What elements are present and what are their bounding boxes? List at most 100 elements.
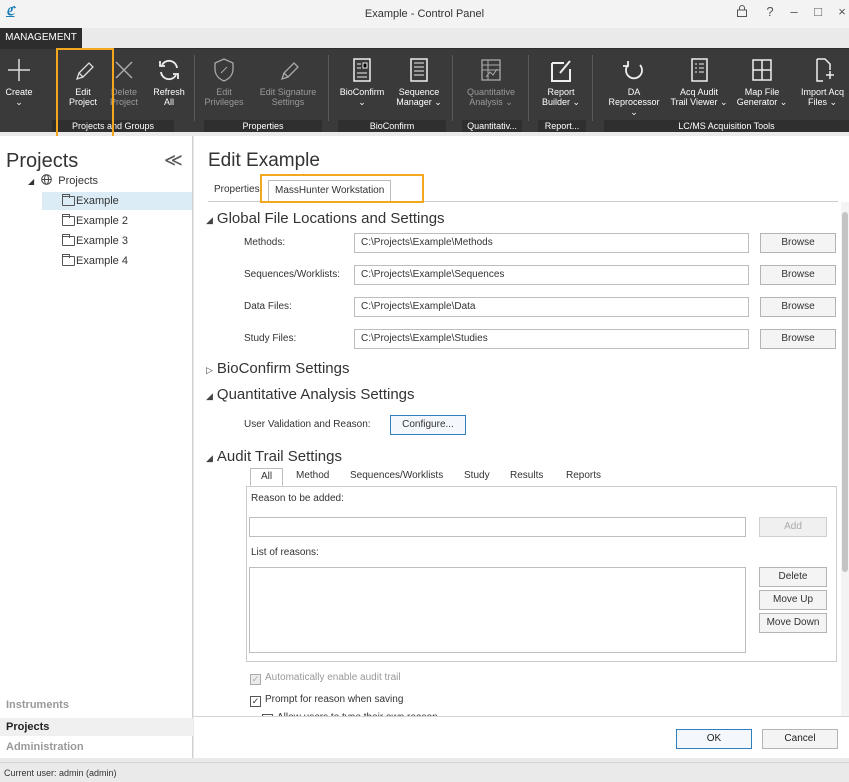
left-panel: Projects ≪ ◢ Projects Example Example 2 …	[0, 136, 193, 758]
collapse-icon[interactable]: ≪	[164, 150, 183, 171]
edit-privileges-button[interactable]: Edit Privileges	[204, 55, 244, 117]
create-sub: ⌄	[15, 97, 23, 107]
section-global-file-locations[interactable]: ◢ Global File Locations and Settings	[206, 210, 445, 227]
tree-item-example[interactable]: Example	[42, 192, 192, 210]
study-files-path-field[interactable]: C:\Projects\Example\Studies	[354, 329, 749, 349]
vertical-scrollbar[interactable]	[841, 202, 849, 716]
tree-item-label: Example	[76, 195, 119, 207]
tree-item-label: Example 3	[76, 235, 128, 247]
refresh-all-button[interactable]: Refresh All	[150, 55, 188, 117]
nav-instruments[interactable]: Instruments	[0, 696, 193, 714]
da-label: DA	[627, 87, 641, 97]
maximize-button[interactable]: □	[808, 4, 828, 19]
tree-root-projects[interactable]: ◢ Projects	[28, 174, 98, 187]
reasons-list[interactable]	[249, 567, 746, 653]
mapfile-icon	[752, 59, 772, 81]
report-builder-label: Report	[547, 87, 575, 97]
study-files-browse-button[interactable]: Browse	[760, 329, 836, 349]
sequences-browse-button[interactable]: Browse	[760, 265, 836, 285]
user-validation-label: User Validation and Reason:	[244, 419, 371, 430]
move-down-button[interactable]: Move Down	[759, 613, 827, 633]
study-files-label: Study Files:	[244, 333, 297, 344]
import-acq-label: Import Acq	[800, 87, 845, 97]
scrollbar-thumb[interactable]	[842, 212, 848, 572]
import-acq-sub: Files ⌄	[807, 97, 838, 107]
group-label-properties: Properties	[204, 120, 322, 132]
pencil-icon	[280, 62, 299, 81]
audit-tab-results[interactable]: Results	[500, 468, 553, 486]
data-files-browse-button[interactable]: Browse	[760, 297, 836, 317]
audit-tab-study[interactable]: Study	[454, 468, 500, 486]
edit-privileges-sub: Privileges	[204, 97, 244, 107]
shield-icon	[214, 58, 234, 82]
quantitative-analysis-button[interactable]: Quantitative Analysis ⌄	[462, 55, 520, 117]
audit-tab-sequences[interactable]: Sequences/Worklists	[340, 468, 453, 486]
title-bar: ℭ Example - Control Panel ? – □ ×	[0, 0, 849, 28]
import-acq-files-button[interactable]: Import Acq Files ⌄	[796, 55, 849, 117]
sequence-manager-label: Sequence	[398, 87, 440, 97]
edit-signature-settings-button[interactable]: Edit Signature Settings	[258, 55, 318, 117]
add-button[interactable]: Add	[759, 517, 827, 537]
edit-project-highlight	[56, 48, 114, 140]
minimize-button[interactable]: –	[784, 4, 804, 19]
ribbon-tab-management[interactable]: MANAGEMENT	[0, 28, 82, 48]
help-icon[interactable]: ?	[760, 4, 780, 19]
audit-tab-reports[interactable]: Reports	[556, 468, 611, 486]
bioconfirm-sub: ⌄	[358, 97, 366, 107]
section-title: Quantitative Analysis Settings	[216, 386, 415, 403]
group-separator	[452, 55, 453, 121]
sequences-path-field[interactable]: C:\Projects\Example\Sequences	[354, 265, 749, 285]
window-title: Example - Control Panel	[364, 8, 485, 20]
da-reprocessor-button[interactable]: DA Reprocessor ⌄	[604, 55, 664, 117]
bioconfirm-label: BioConfirm	[339, 87, 385, 97]
close-button[interactable]: ×	[832, 4, 849, 19]
reprocess-icon	[623, 61, 643, 80]
delete-project-label: Delete	[110, 87, 137, 97]
methods-browse-button[interactable]: Browse	[760, 233, 836, 253]
tree-item-example-2[interactable]: Example 2	[42, 212, 192, 230]
group-separator	[528, 55, 529, 121]
delete-button[interactable]: Delete	[759, 567, 827, 587]
tab-highlight	[260, 174, 424, 203]
methods-path-field[interactable]: C:\Projects\Example\Methods	[354, 233, 749, 253]
auto-enable-audit-trail-checkbox[interactable]: ✓ Automatically enable audit trail	[250, 672, 401, 685]
create-button[interactable]: Create ⌄	[0, 55, 38, 117]
import-icon	[815, 58, 834, 82]
reason-input[interactable]	[249, 517, 746, 537]
folder-icon	[62, 254, 75, 266]
prompt-reason-label: Prompt for reason when saving	[265, 694, 404, 705]
nav-administration[interactable]: Administration	[0, 738, 193, 756]
refresh-label: Refresh	[153, 87, 185, 97]
report-builder-sub: Builder ⌄	[541, 97, 581, 107]
tree-item-example-4[interactable]: Example 4	[42, 252, 192, 270]
folder-icon	[62, 214, 75, 226]
sequence-manager-sub: Manager ⌄	[396, 97, 442, 107]
report-builder-button[interactable]: Report Builder ⌄	[538, 55, 584, 117]
sequence-manager-button[interactable]: Sequence Manager ⌄	[392, 55, 446, 117]
group-label-report: Report...	[538, 120, 586, 132]
nav-projects[interactable]: Projects	[0, 718, 193, 736]
left-panel-title: Projects	[6, 150, 79, 172]
audit-tab-method[interactable]: Method	[286, 468, 339, 486]
audit-tab-all[interactable]: All	[250, 468, 284, 486]
data-files-label: Data Files:	[244, 301, 292, 312]
prompt-reason-checkbox[interactable]: ✓ Prompt for reason when saving	[250, 694, 403, 707]
tab-properties[interactable]: Properties	[208, 180, 266, 202]
section-quant-settings[interactable]: ◢ Quantitative Analysis Settings	[206, 386, 415, 403]
acq-audit-trail-button[interactable]: Acq Audit Trail Viewer ⌄	[668, 55, 730, 117]
section-audit-trail-settings[interactable]: ◢ Audit Trail Settings	[206, 448, 342, 465]
page-title: Edit Example	[208, 150, 320, 171]
configure-button[interactable]: Configure...	[390, 415, 466, 435]
expand-triangle-icon[interactable]: ◢	[28, 177, 34, 186]
section-bioconfirm-settings[interactable]: ▷ BioConfirm Settings	[206, 360, 349, 377]
lock-icon[interactable]	[732, 4, 752, 20]
move-up-button[interactable]: Move Up	[759, 590, 827, 610]
checkmark-icon: ✓	[250, 674, 261, 685]
ok-button[interactable]: OK	[676, 729, 752, 749]
cancel-button[interactable]: Cancel	[762, 729, 838, 749]
bioconfirm-button[interactable]: BioConfirm ⌄	[338, 55, 386, 117]
tree-item-example-3[interactable]: Example 3	[42, 232, 192, 250]
map-file-generator-button[interactable]: Map File Generator ⌄	[734, 55, 790, 117]
data-files-path-field[interactable]: C:\Projects\Example\Data	[354, 297, 749, 317]
auto-enable-label: Automatically enable audit trail	[265, 672, 401, 683]
